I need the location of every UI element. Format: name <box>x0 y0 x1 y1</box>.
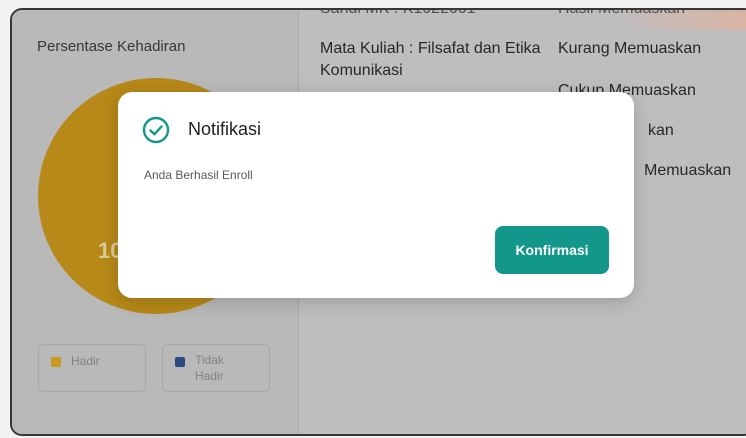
notification-modal: Notifikasi Anda Berhasil Enroll Konfirma… <box>118 92 634 298</box>
modal-title: Notifikasi <box>188 119 262 139</box>
modal-message: Anda Berhasil Enroll <box>144 168 253 182</box>
confirm-button[interactable]: Konfirmasi <box>495 226 609 274</box>
check-circle-icon <box>142 116 170 144</box>
